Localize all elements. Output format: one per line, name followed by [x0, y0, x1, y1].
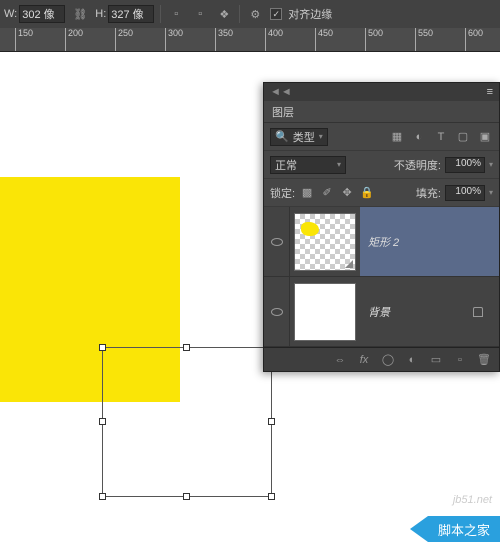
panel-footer: ⇔ fx ◯ ◐ ▭ ▫ 🗑 [264, 347, 499, 371]
height-field: H: [95, 5, 154, 23]
align-icon-2[interactable]: ▫ [191, 5, 209, 23]
panel-tab-layers[interactable]: 图层 [264, 101, 499, 123]
filter-icons: ▦ ◐ T ▢ ▣ [389, 130, 493, 144]
mask-icon[interactable]: ◯ [381, 353, 395, 367]
layer-row[interactable]: 背景 [264, 277, 499, 347]
ruler-tick: 150 [15, 28, 33, 52]
eye-icon [271, 308, 283, 316]
panel-header[interactable]: ◄◄ ≡ [264, 83, 499, 101]
fx-icon[interactable]: fx [357, 353, 371, 367]
blend-opacity-row: 正常 ▾ 不透明度: 100% ▾ [264, 151, 499, 179]
transform-handle-w[interactable] [99, 418, 106, 425]
transform-handle-n[interactable] [183, 344, 190, 351]
ruler-tick: 400 [265, 28, 283, 52]
thumbnail-content [301, 222, 319, 236]
transform-handle-se[interactable] [268, 493, 275, 500]
layers-panel: ◄◄ ≡ 图层 🔍 类型 ▾ ▦ ◐ T ▢ ▣ 正常 ▾ 不透明度: 100%… [263, 82, 500, 372]
filter-row: 🔍 类型 ▾ ▦ ◐ T ▢ ▣ [264, 123, 499, 151]
fill-label: 填充: [416, 185, 441, 201]
blend-mode-value: 正常 [275, 157, 297, 173]
lock-label: 锁定: [270, 185, 295, 201]
banner-text: 脚本之家 [428, 516, 500, 542]
layer-name-text: 背景 [368, 304, 390, 320]
banner-arrow-icon [410, 516, 428, 542]
chevron-down-icon: ▾ [319, 132, 323, 141]
filter-pixel-icon[interactable]: ▦ [389, 130, 405, 144]
filter-shape-icon[interactable]: ▢ [455, 130, 471, 144]
filter-adjust-icon[interactable]: ◐ [411, 130, 427, 144]
trash-icon[interactable]: 🗑 [477, 353, 491, 367]
filter-label: 类型 [293, 129, 315, 145]
layer-name[interactable]: 矩形 2 [360, 207, 499, 276]
visibility-toggle[interactable] [264, 207, 290, 276]
separator [239, 5, 240, 23]
chevron-down-icon: ▾ [337, 160, 341, 169]
height-input[interactable] [108, 5, 154, 23]
ruler-tick: 500 [365, 28, 383, 52]
watermark-text: jb51.net [453, 494, 492, 506]
separator [160, 5, 161, 23]
visibility-toggle[interactable] [264, 277, 290, 346]
horizontal-ruler: 150 200 250 300 350 400 450 500 550 600 [0, 28, 500, 52]
transform-handle-nw[interactable] [99, 344, 106, 351]
panel-menu-icon[interactable]: ≡ [487, 86, 493, 98]
adjustment-icon[interactable]: ◐ [405, 353, 419, 367]
transform-handle-s[interactable] [183, 493, 190, 500]
filter-type-icon[interactable]: T [433, 130, 449, 144]
ruler-tick: 600 [465, 28, 483, 52]
ruler-tick: 250 [115, 28, 133, 52]
ruler-tick: 200 [65, 28, 83, 52]
lock-pixels-icon[interactable]: ✐ [319, 186, 335, 200]
options-toolbar: W: ⛓ H: ▫ ▫ ❖ ⚙ ✓ 对齐边缘 [0, 0, 500, 28]
search-icon: 🔍 [275, 130, 289, 143]
new-layer-icon[interactable]: ▫ [453, 353, 467, 367]
layer-thumbnail[interactable] [294, 283, 356, 341]
gear-icon[interactable]: ⚙ [246, 5, 264, 23]
fill-input[interactable]: 100% [445, 185, 485, 201]
opacity-input[interactable]: 100% [445, 157, 485, 173]
group-icon[interactable]: ▭ [429, 353, 443, 367]
align-edges-label: 对齐边缘 [288, 6, 332, 22]
ruler-tick: 450 [315, 28, 333, 52]
width-label: W: [4, 8, 17, 20]
transform-selection[interactable] [102, 347, 272, 497]
lock-transparency-icon[interactable]: ▩ [299, 186, 315, 200]
eye-icon [271, 238, 283, 246]
layer-name[interactable]: 背景 [360, 277, 499, 346]
link-icon[interactable]: ⛓ [71, 5, 89, 23]
height-label: H: [95, 8, 106, 20]
transform-handle-e[interactable] [268, 418, 275, 425]
align-icon-1[interactable]: ▫ [167, 5, 185, 23]
layer-thumbnail[interactable] [294, 213, 356, 271]
lock-all-icon[interactable]: 🔒 [359, 186, 375, 200]
chevron-down-icon[interactable]: ▾ [489, 160, 493, 169]
filter-smart-icon[interactable]: ▣ [477, 130, 493, 144]
ruler-tick: 300 [165, 28, 183, 52]
link-layers-icon[interactable]: ⇔ [333, 353, 347, 367]
lock-icon [473, 307, 483, 317]
width-input[interactable] [19, 5, 65, 23]
transform-handle-sw[interactable] [99, 493, 106, 500]
layers-list: 矩形 2 背景 [264, 207, 499, 347]
blend-mode-select[interactable]: 正常 ▾ [270, 156, 346, 174]
site-banner: 脚本之家 [410, 516, 500, 542]
align-edges-checkbox[interactable]: ✓ [270, 8, 282, 20]
opacity-label: 不透明度: [394, 157, 441, 173]
stack-icon[interactable]: ❖ [215, 5, 233, 23]
lock-position-icon[interactable]: ✥ [339, 186, 355, 200]
ruler-tick: 550 [415, 28, 433, 52]
filter-type-select[interactable]: 🔍 类型 ▾ [270, 128, 328, 146]
layer-row[interactable]: 矩形 2 [264, 207, 499, 277]
ruler-tick: 350 [215, 28, 233, 52]
width-field: W: [4, 5, 65, 23]
panel-title: 图层 [272, 104, 294, 120]
shape-badge-icon [345, 260, 353, 268]
lock-fill-row: 锁定: ▩ ✐ ✥ 🔒 填充: 100% ▾ [264, 179, 499, 207]
chevron-down-icon[interactable]: ▾ [489, 188, 493, 197]
collapse-arrows-icon[interactable]: ◄◄ [270, 86, 292, 98]
